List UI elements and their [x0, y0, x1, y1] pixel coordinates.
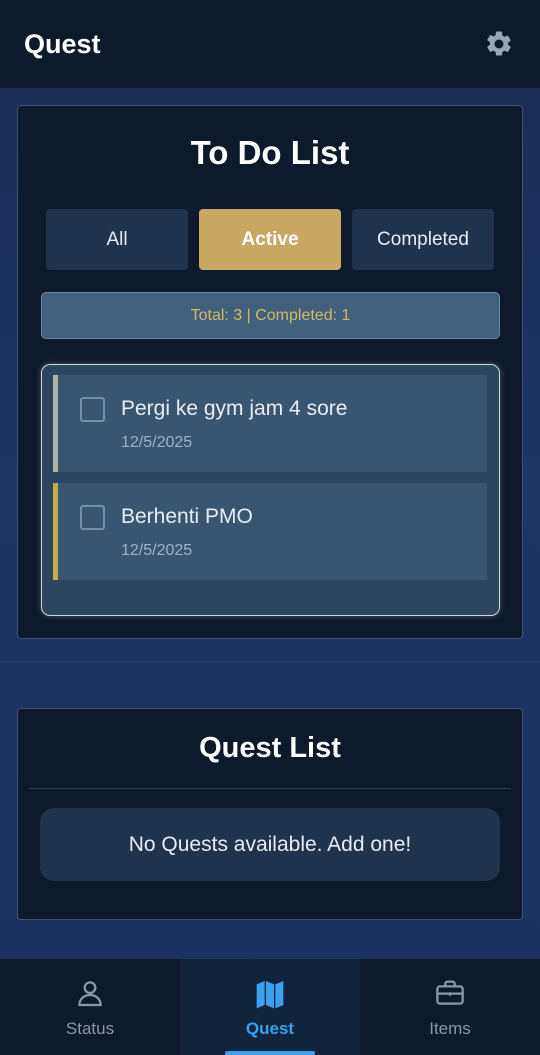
todo-list: Pergi ke gym jam 4 sore 12/5/2025 Berhen…	[41, 364, 500, 616]
nav-status-label: Status	[65, 1019, 115, 1038]
todo-checkbox[interactable]	[80, 397, 105, 422]
nav-quest-label: Quest	[245, 1019, 295, 1038]
nav-status[interactable]: Status	[0, 959, 180, 1055]
app-title: Quest	[24, 28, 101, 59]
settings-button[interactable]	[482, 27, 516, 61]
briefcase-icon	[436, 980, 464, 1005]
nav-quest[interactable]: Quest	[180, 959, 360, 1055]
filter-all-button[interactable]: All	[46, 209, 188, 270]
map-icon	[256, 981, 284, 1009]
quest-list-title: Quest List	[199, 732, 341, 764]
section-divider	[0, 661, 540, 662]
todo-item-date: 12/5/2025	[121, 542, 193, 559]
todo-stats: Total: 3 | Completed: 1	[41, 292, 500, 339]
filter-active-button[interactable]: Active	[199, 209, 341, 270]
filter-completed-button[interactable]: Completed	[352, 209, 494, 270]
nav-items-label: Items	[429, 1019, 471, 1038]
empty-quests-message: No Quests available. Add one!	[40, 808, 500, 881]
nav-items[interactable]: Items	[360, 959, 540, 1055]
app-bar: Quest	[0, 0, 540, 88]
bottom-nav: Status Quest Items	[0, 958, 540, 1055]
todo-checkbox[interactable]	[80, 505, 105, 530]
gear-icon	[487, 31, 511, 56]
quest-card: Quest List No Quests available. Add one!	[17, 708, 523, 920]
todo-item[interactable]: Berhenti PMO 12/5/2025	[53, 483, 487, 580]
todo-item[interactable]: Pergi ke gym jam 4 sore 12/5/2025	[53, 375, 487, 472]
filter-tabs: All Active Completed	[46, 209, 494, 270]
quest-divider	[29, 788, 511, 789]
todo-item-date: 12/5/2025	[121, 434, 193, 451]
nav-active-indicator	[225, 1051, 315, 1055]
todo-card: To Do List All Active Completed Total: 3…	[17, 105, 523, 639]
person-icon	[78, 981, 102, 1007]
todo-item-text: Pergi ke gym jam 4 sore	[121, 397, 348, 420]
todo-item-text: Berhenti PMO	[121, 505, 253, 528]
todo-title: To Do List	[190, 134, 350, 171]
